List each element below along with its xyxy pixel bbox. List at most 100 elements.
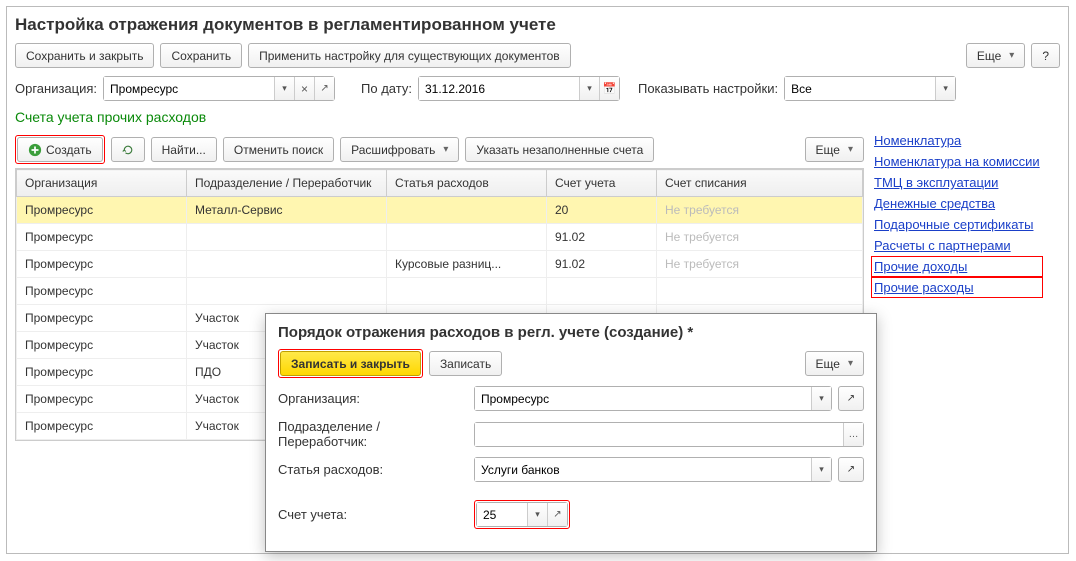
link-gift[interactable]: Подарочные сертификаты	[874, 217, 1040, 232]
dlg-dept-field: …	[474, 422, 864, 447]
dlg-acct-input[interactable]	[477, 503, 527, 526]
page-title: Настройка отражения документов в регламе…	[15, 15, 1060, 35]
link-partners[interactable]: Расчеты с партнерами	[874, 238, 1040, 253]
decode-button[interactable]: Расшифровать	[340, 137, 459, 162]
dialog-toolbar: Записать и закрыть Записать Еще	[278, 349, 864, 378]
apply-button[interactable]: Применить настройку для существующих док…	[248, 43, 571, 68]
table-toolbar: Создать Найти... Отменить поиск Расшифро…	[15, 131, 864, 168]
cell-org[interactable]: Промресурс	[17, 332, 187, 359]
dlg-org-input[interactable]	[475, 387, 811, 410]
fill-blank-button[interactable]: Указать незаполненные счета	[465, 137, 654, 162]
date-dropdown-icon[interactable]	[579, 77, 599, 100]
link-tmc[interactable]: ТМЦ в эксплуатации	[874, 175, 1040, 190]
show-dropdown-icon[interactable]	[935, 77, 955, 100]
org-label: Организация:	[15, 81, 97, 96]
dlg-item-input[interactable]	[475, 458, 811, 481]
dlg-acct-label: Счет учета:	[278, 507, 468, 522]
cell-org[interactable]: Промресурс	[17, 413, 187, 440]
cell-org[interactable]: Промресурс	[17, 251, 187, 278]
header-toolbar: Сохранить и закрыть Сохранить Применить …	[15, 43, 1060, 68]
date-input[interactable]	[419, 77, 579, 100]
calendar-icon[interactable]	[599, 77, 619, 100]
help-button[interactable]: ?	[1031, 43, 1060, 68]
dlg-org-field	[474, 386, 832, 411]
cell-writeoff[interactable]: Не требуется	[657, 197, 863, 224]
cell-item[interactable]	[387, 197, 547, 224]
more-button[interactable]: Еще	[966, 43, 1025, 68]
section-title: Счета учета прочих расходов	[15, 109, 1060, 125]
cell-writeoff[interactable]: Не требуется	[657, 251, 863, 278]
link-other-expenses[interactable]: Прочие расходы	[874, 280, 1040, 295]
cell-item[interactable]: Курсовые разниц...	[387, 251, 547, 278]
dlg-more-button[interactable]: Еще	[805, 351, 864, 376]
cell-org[interactable]: Промресурс	[17, 224, 187, 251]
dlg-item-open-icon[interactable]	[838, 457, 864, 482]
cell-item[interactable]	[387, 278, 547, 305]
cell-dept[interactable]: Металл-Сервис	[187, 197, 387, 224]
cell-acct[interactable]	[547, 278, 657, 305]
org-open-icon[interactable]	[314, 77, 334, 100]
reload-icon	[122, 144, 134, 156]
cell-acct[interactable]: 20	[547, 197, 657, 224]
dlg-org-open-icon[interactable]	[838, 386, 864, 411]
cell-dept[interactable]	[187, 278, 387, 305]
link-nom-commission[interactable]: Номенклатура на комиссии	[874, 154, 1040, 169]
plus-icon	[28, 143, 42, 157]
save-button[interactable]: Сохранить	[160, 43, 242, 68]
cell-dept[interactable]	[187, 251, 387, 278]
link-cash[interactable]: Денежные средства	[874, 196, 1040, 211]
find-button[interactable]: Найти...	[151, 137, 217, 162]
link-nomenclature[interactable]: Номенклатура	[874, 133, 1040, 148]
dlg-item-field	[474, 457, 832, 482]
col-dept[interactable]: Подразделение / Переработчик	[187, 170, 387, 197]
cell-org[interactable]: Промресурс	[17, 305, 187, 332]
cell-org[interactable]: Промресурс	[17, 359, 187, 386]
cell-org[interactable]: Промресурс	[17, 197, 187, 224]
dlg-dept-select-icon[interactable]: …	[843, 423, 863, 446]
show-input[interactable]	[785, 77, 935, 100]
dlg-org-dropdown-icon[interactable]	[811, 387, 831, 410]
dlg-acct-dropdown-icon[interactable]	[527, 503, 547, 526]
save-close-button[interactable]: Сохранить и закрыть	[15, 43, 154, 68]
create-button[interactable]: Создать	[17, 137, 103, 162]
cell-writeoff[interactable]: Не требуется	[657, 224, 863, 251]
col-writeoff[interactable]: Счет списания	[657, 170, 863, 197]
refresh-button[interactable]	[111, 137, 145, 162]
dlg-save-button[interactable]: Записать	[429, 351, 502, 376]
org-dropdown-icon[interactable]	[274, 77, 294, 100]
col-item[interactable]: Статья расходов	[387, 170, 547, 197]
cell-acct[interactable]: 91.02	[547, 251, 657, 278]
table-row[interactable]: ПромресурсМеталл-Сервис 20Не требуется	[17, 197, 863, 224]
cell-org[interactable]: Промресурс	[17, 278, 187, 305]
cell-dept[interactable]	[187, 224, 387, 251]
org-input[interactable]	[104, 77, 274, 100]
dlg-item-dropdown-icon[interactable]	[811, 458, 831, 481]
cell-org[interactable]: Промресурс	[17, 386, 187, 413]
dialog-title: Порядок отражения расходов в регл. учете…	[278, 324, 864, 341]
table-row[interactable]: Промресурс Курсовые разниц...91.02Не треб…	[17, 251, 863, 278]
filter-row: Организация: По дату: Показывать настрой…	[15, 76, 1060, 101]
date-label: По дату:	[361, 81, 412, 96]
show-label: Показывать настройки:	[638, 81, 778, 96]
org-clear-icon[interactable]	[294, 77, 314, 100]
date-field	[418, 76, 620, 101]
org-field	[103, 76, 335, 101]
cancel-search-button[interactable]: Отменить поиск	[223, 137, 334, 162]
col-org[interactable]: Организация	[17, 170, 187, 197]
cell-writeoff[interactable]	[657, 278, 863, 305]
main-panel: Настройка отражения документов в регламе…	[6, 6, 1069, 554]
dlg-save-close-button[interactable]: Записать и закрыть	[280, 351, 421, 376]
dlg-dept-label: Подразделение / Переработчик:	[278, 419, 468, 449]
dlg-item-label: Статья расходов:	[278, 462, 468, 477]
dlg-org-label: Организация:	[278, 391, 468, 406]
dlg-dept-input[interactable]	[475, 423, 843, 446]
table-more-button[interactable]: Еще	[805, 137, 864, 162]
table-row[interactable]: Промресурс 91.02Не требуется	[17, 224, 863, 251]
dlg-acct-open-icon[interactable]	[547, 503, 567, 526]
cell-item[interactable]	[387, 224, 547, 251]
table-row[interactable]: Промресурс	[17, 278, 863, 305]
create-label: Создать	[46, 143, 92, 157]
cell-acct[interactable]: 91.02	[547, 224, 657, 251]
col-acct[interactable]: Счет учета	[547, 170, 657, 197]
link-other-income[interactable]: Прочие доходы	[874, 259, 1040, 274]
